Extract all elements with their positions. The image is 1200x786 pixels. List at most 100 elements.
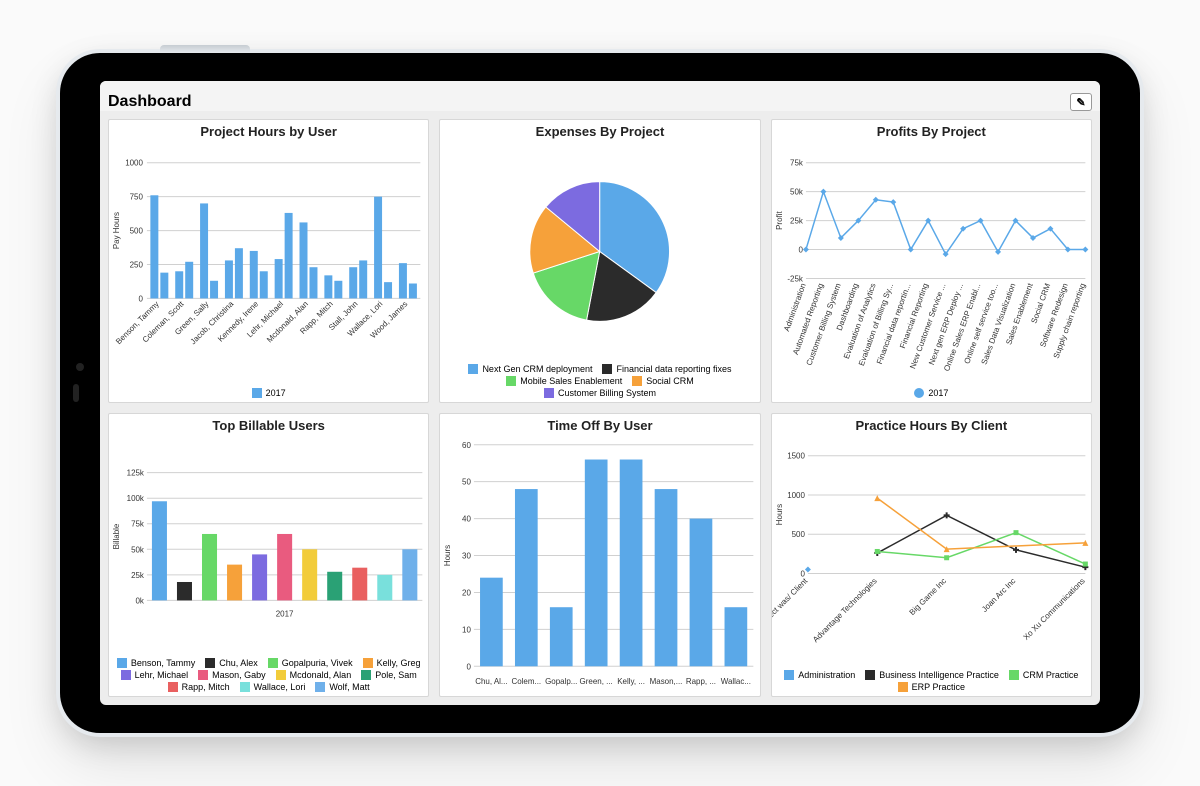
svg-text:Advantage Technologies: Advantage Technologies (811, 576, 879, 644)
legend-item: Mobile Sales Enablement (506, 376, 622, 386)
svg-text:0: 0 (138, 294, 143, 303)
legend-top-billable: Benson, TammyChu, AlexGopalpuria, VivekK… (109, 656, 428, 696)
legend-item: Business Intelligence Practice (865, 670, 999, 680)
widget-title: Practice Hours By Client (772, 418, 1091, 433)
legend-item: Wolf, Matt (315, 682, 369, 692)
legend-item: Mason, Gaby (198, 670, 266, 680)
svg-text:75k: 75k (790, 159, 803, 168)
legend-item: Wallace, Lori (240, 682, 306, 692)
chart-time-off: 0 10 20 30 40 50 60 Hours Chu, Al... Colem...Gopa… (440, 435, 759, 696)
legend-practice-hours: Administration Business Intelligence Prac… (772, 668, 1091, 696)
svg-text:Jacob, Christina: Jacob, Christina (189, 299, 236, 346)
pencil-icon: ✎ (1076, 96, 1085, 109)
svg-text:Colem...: Colem... (512, 677, 542, 686)
chart-project-hours: 02505007501000Pay HoursBenson, TammyCole… (109, 141, 428, 386)
chart-expenses (440, 141, 759, 362)
legend-item: Lehr, Michael (121, 670, 189, 680)
speaker-slit (73, 384, 79, 402)
svg-text:Rapp, ...: Rapp, ... (686, 677, 716, 686)
edit-dashboard-button[interactable]: ✎ (1070, 93, 1092, 111)
svg-text:0k: 0k (136, 596, 144, 605)
svg-text:50: 50 (462, 478, 471, 487)
widget-title: Expenses By Project (440, 124, 759, 139)
widget-top-billable[interactable]: Top Billable Users 0k 25k 50k 75k 100k 125k Bi… (108, 413, 429, 697)
page-title: Dashboard (108, 93, 192, 111)
legend-item: Customer Billing System (544, 388, 656, 398)
legend-swatch (252, 388, 262, 398)
tablet-frame: Dashboard ✎ Project Hours by User 025050… (60, 53, 1140, 733)
svg-text:Joan Arc Inc: Joan Arc Inc (980, 576, 1017, 613)
legend-item: ERP Practice (898, 682, 965, 692)
svg-text:500: 500 (791, 530, 805, 539)
legend-swatch (914, 388, 924, 398)
svg-text:750: 750 (130, 193, 144, 202)
svg-text:Wallac...: Wallac... (721, 677, 751, 686)
legend-item: 2017 (252, 388, 286, 398)
legend-item: Next Gen CRM deployment (468, 364, 592, 374)
svg-text:Pay Hours: Pay Hours (112, 212, 121, 249)
widget-profits[interactable]: Profits By Project -25k025k50k75kProfitA… (771, 119, 1092, 403)
svg-text:Big Game Inc: Big Game Inc (907, 576, 948, 617)
svg-text:125k: 125k (127, 469, 144, 478)
svg-text:Kelly, ...: Kelly, ... (618, 677, 646, 686)
svg-text:Billable: Billable (112, 523, 121, 549)
svg-text:30: 30 (462, 552, 471, 561)
svg-text:50k: 50k (790, 188, 803, 197)
front-camera (76, 363, 84, 371)
svg-text:Green, ...: Green, ... (580, 677, 613, 686)
svg-text:Gopalp...: Gopalp... (545, 677, 577, 686)
dashboard-header: Dashboard ✎ (100, 81, 1100, 111)
svg-text:0: 0 (798, 246, 803, 255)
widget-time-off[interactable]: Time Off By User 0 10 20 30 40 50 60 Hours Chu, … (439, 413, 760, 697)
app-screen: Dashboard ✎ Project Hours by User 025050… (100, 81, 1100, 705)
svg-text:500: 500 (130, 227, 144, 236)
svg-text:25k: 25k (790, 217, 803, 226)
svg-text:No Client: Project was/ Client: No Client: Project was/ Client (772, 576, 810, 656)
svg-text:100k: 100k (127, 494, 144, 503)
svg-text:2017: 2017 (276, 609, 294, 618)
chart-practice-hours: 050010001500HoursNo Client: Project was/… (772, 435, 1091, 668)
svg-text:Benson, Tammy: Benson, Tammy (114, 299, 161, 346)
legend-item: Kelly, Greg (363, 658, 421, 668)
svg-text:1500: 1500 (787, 452, 805, 461)
legend-label: 2017 (928, 388, 948, 398)
widget-title: Time Off By User (440, 418, 759, 433)
legend-item: Financial data reporting fixes (602, 364, 731, 374)
svg-text:Hours: Hours (443, 545, 452, 566)
svg-text:-25k: -25k (787, 274, 803, 283)
legend-expenses: Next Gen CRM deployment Financial data re… (440, 362, 759, 402)
widget-project-hours[interactable]: Project Hours by User 02505007501000Pay … (108, 119, 429, 403)
svg-text:Hours: Hours (775, 504, 784, 525)
chart-profits: -25k025k50k75kProfitAdministrationAutoma… (772, 141, 1091, 386)
legend-item: Rapp, Mitch (168, 682, 230, 692)
legend-item: CRM Practice (1009, 670, 1079, 680)
legend-item: Social CRM (632, 376, 694, 386)
svg-text:25k: 25k (131, 571, 144, 580)
svg-text:50k: 50k (131, 545, 144, 554)
svg-text:1000: 1000 (125, 159, 143, 168)
svg-text:10: 10 (462, 625, 471, 634)
widget-title: Profits By Project (772, 124, 1091, 139)
svg-text:Mason,...: Mason,... (650, 677, 683, 686)
widget-expenses[interactable]: Expenses By Project Next Gen CRM deploym… (439, 119, 760, 403)
svg-text:Xo Xu Communications: Xo Xu Communications (1021, 576, 1086, 641)
legend-item: Benson, Tammy (117, 658, 195, 668)
legend-item: 2017 (914, 388, 948, 398)
svg-text:Profit: Profit (775, 211, 784, 230)
legend-label: 2017 (266, 388, 286, 398)
svg-text:40: 40 (462, 515, 471, 524)
svg-text:75k: 75k (131, 520, 144, 529)
svg-text:20: 20 (462, 588, 471, 597)
svg-text:0: 0 (467, 662, 472, 671)
chart-top-billable: 0k 25k 50k 75k 100k 125k Billable 2017 (109, 435, 428, 656)
svg-text:250: 250 (130, 260, 144, 269)
widget-title: Top Billable Users (109, 418, 428, 433)
legend-item: Mcdonald, Alan (276, 670, 352, 680)
legend-item: Administration (784, 670, 855, 680)
svg-text:Chu, Al...: Chu, Al... (476, 677, 508, 686)
svg-text:60: 60 (462, 441, 471, 450)
legend-item: Gopalpuria, Vivek (268, 658, 353, 668)
svg-text:1000: 1000 (787, 491, 805, 500)
widget-practice-hours[interactable]: Practice Hours By Client 050010001500Hou… (771, 413, 1092, 697)
legend-item: Pole, Sam (361, 670, 417, 680)
